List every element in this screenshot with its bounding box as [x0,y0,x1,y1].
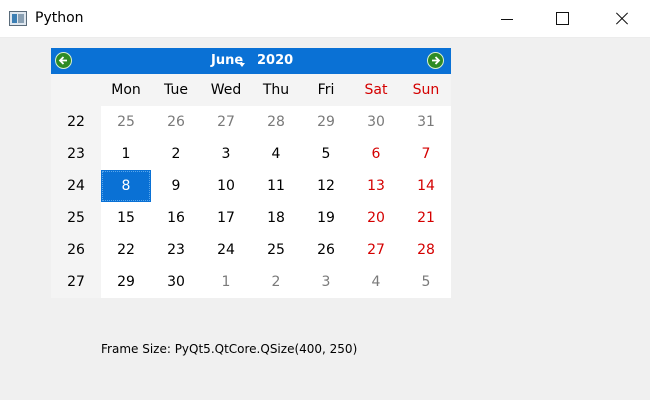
day-cell[interactable]: 6 [351,138,401,170]
day-cell[interactable]: 31 [401,106,451,138]
calendar-widget: June 2020 Mon Tue Wed Thu Fri Sat Sun 22 25 26 27 2… [51,48,451,298]
day-cell[interactable]: 4 [351,266,401,298]
day-cell[interactable]: 30 [151,266,201,298]
week-number: 26 [67,242,85,258]
day-cell[interactable]: 27 [351,234,401,266]
day-cell[interactable]: 26 [151,106,201,138]
day-cell[interactable]: 11 [251,170,301,202]
day-cell[interactable]: 3 [201,138,251,170]
day-cell[interactable]: 29 [301,106,351,138]
day-cell[interactable]: 22 [101,234,151,266]
day-cell[interactable]: 1 [101,138,151,170]
day-cell[interactable]: 14 [401,170,451,202]
week-number: 24 [67,178,85,194]
day-header-fri: Fri [317,82,335,98]
day-cell[interactable]: 12 [301,170,351,202]
day-cell[interactable]: 25 [251,234,301,266]
next-month-button[interactable] [427,52,444,69]
day-cell[interactable]: 25 [101,106,151,138]
title-bar: Python [0,0,650,38]
day-cell[interactable]: 3 [301,266,351,298]
day-cell[interactable]: 18 [251,202,301,234]
day-cell[interactable]: 28 [401,234,451,266]
day-header-sat: Sat [364,82,388,98]
day-cell[interactable]: 2 [251,266,301,298]
day-cell[interactable]: 26 [301,234,351,266]
day-cell[interactable]: 30 [351,106,401,138]
day-cell[interactable]: 24 [201,234,251,266]
maximize-button[interactable] [540,0,586,38]
year-selector[interactable]: 2020 [257,53,293,68]
selected-day-cell[interactable]: 8 [101,170,151,202]
day-cell[interactable]: 29 [101,266,151,298]
week-number: 27 [67,274,85,290]
chevron-down-icon [239,63,245,67]
day-header-tue: Tue [164,82,188,98]
day-cell[interactable]: 27 [201,106,251,138]
day-cell[interactable]: 16 [151,202,201,234]
python-window-icon [9,11,27,26]
day-header-thu: Thu [262,82,290,98]
week-number: 25 [67,210,85,226]
window-title: Python [35,10,84,26]
week-number: 22 [67,114,85,130]
previous-month-button[interactable] [55,52,72,69]
frame-size-label: Frame Size: PyQt5.QtCore.QSize(400, 250) [101,342,358,356]
day-cell[interactable]: 5 [301,138,351,170]
day-cell[interactable]: 28 [251,106,301,138]
day-cell[interactable]: 2 [151,138,201,170]
day-cell[interactable]: 4 [251,138,301,170]
day-cell[interactable]: 23 [151,234,201,266]
minimize-button[interactable] [485,0,531,38]
day-header-sun: Sun [412,82,440,98]
close-button[interactable] [598,0,644,38]
day-cell[interactable]: 13 [351,170,401,202]
arrow-right-icon [432,56,441,65]
day-cell[interactable]: 5 [401,266,451,298]
day-cell[interactable]: 9 [151,170,201,202]
day-header-mon: Mon [111,82,141,98]
day-cell[interactable]: 10 [201,170,251,202]
day-header-wed: Wed [210,82,242,98]
calendar-navigation-bar: June 2020 [51,48,451,74]
arrow-left-icon [58,56,67,65]
week-number: 23 [67,146,85,162]
day-cell[interactable]: 19 [301,202,351,234]
day-cell[interactable]: 1 [201,266,251,298]
day-cell[interactable]: 15 [101,202,151,234]
day-cell[interactable]: 17 [201,202,251,234]
day-cell[interactable]: 20 [351,202,401,234]
day-cell[interactable]: 21 [401,202,451,234]
day-cell[interactable]: 7 [401,138,451,170]
